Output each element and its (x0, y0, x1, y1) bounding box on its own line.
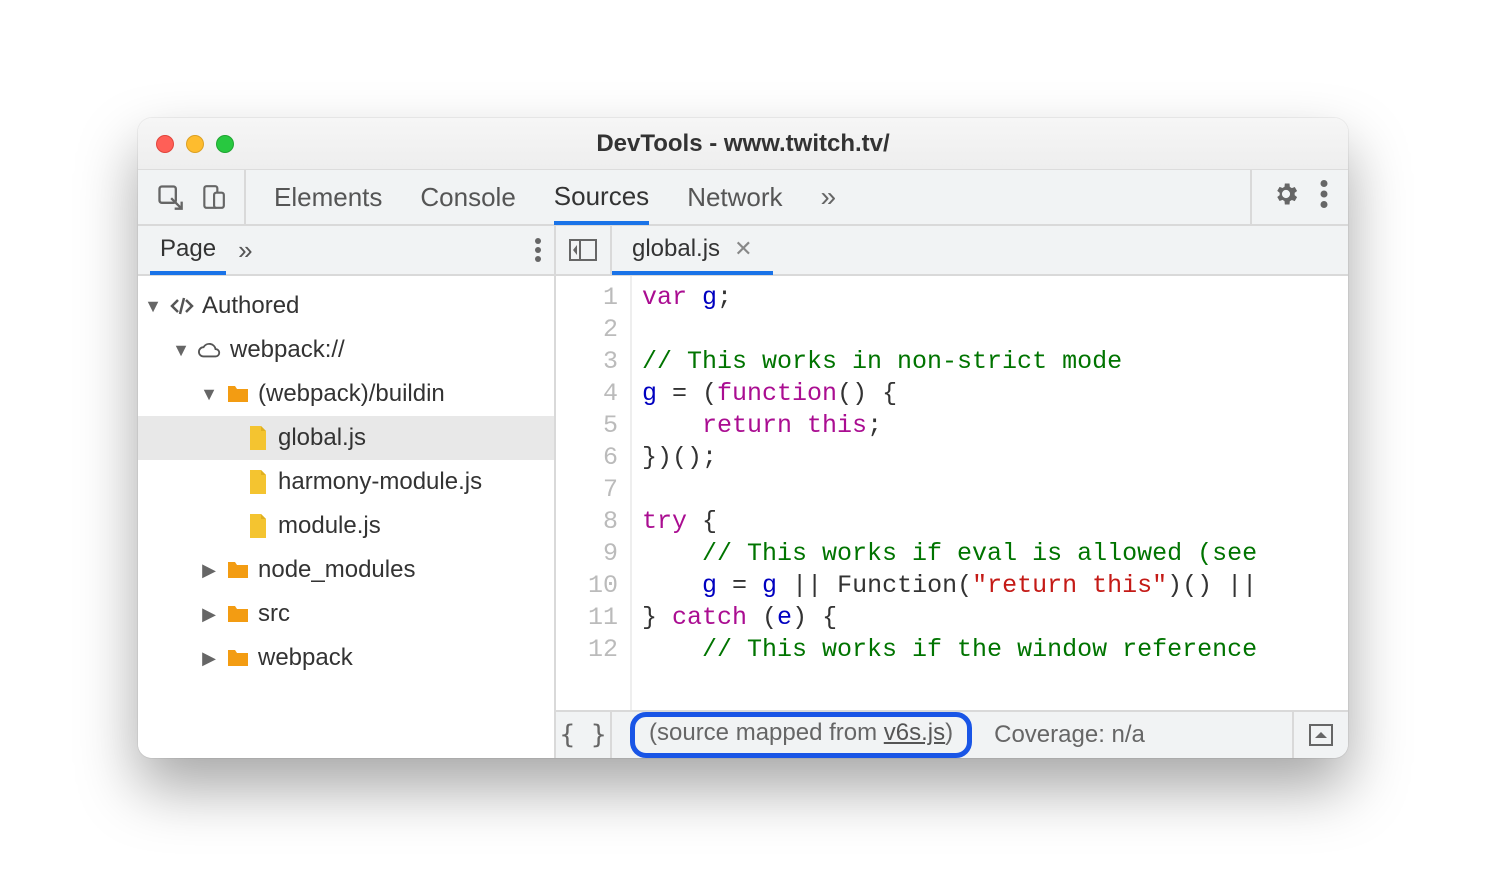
navigator-more-button[interactable]: » (238, 235, 252, 266)
tree-label: harmony-module.js (278, 468, 482, 496)
kebab-menu-icon[interactable] (1320, 180, 1328, 215)
tree-label: webpack:// (230, 336, 345, 364)
chevron-down-icon (200, 384, 218, 405)
folder-icon (226, 382, 250, 406)
settings-icon[interactable] (1272, 180, 1300, 215)
tree-folder-buildin[interactable]: (webpack)/buildin (138, 372, 554, 416)
source-map-link[interactable]: v6s.js (884, 719, 945, 746)
folder-icon (226, 602, 250, 626)
toggle-navigator-icon[interactable] (556, 226, 612, 274)
titlebar: DevTools - www.twitch.tv/ (138, 118, 1348, 170)
code-editor: 123456789101112 var g; // This works in … (556, 276, 1348, 758)
tree-file-module[interactable]: module.js (138, 504, 554, 548)
tab-console[interactable]: Console (420, 170, 515, 224)
sources-main: Authored webpack:// (webpack)/buildin (138, 276, 1348, 758)
tree-folder-src[interactable]: src (138, 592, 554, 636)
tree-label: Authored (202, 292, 299, 320)
tree-root-authored[interactable]: Authored (138, 284, 554, 328)
tree-label: module.js (278, 512, 381, 540)
tree-label: global.js (278, 424, 366, 452)
code-icon (170, 294, 194, 318)
show-drawer-button[interactable] (1292, 712, 1348, 758)
cloud-icon (198, 338, 222, 362)
tree-label: node_modules (258, 556, 415, 584)
tree-label: (webpack)/buildin (258, 380, 445, 408)
folder-icon (226, 646, 250, 670)
tab-sources[interactable]: Sources (554, 171, 649, 225)
tree-folder-webpack[interactable]: webpack (138, 636, 554, 680)
js-file-icon (246, 470, 270, 494)
tab-network[interactable]: Network (687, 170, 782, 224)
pretty-print-button[interactable]: { } (556, 712, 612, 758)
sources-sub-toolbar: Page » global.js ✕ (138, 226, 1348, 276)
window-title: DevTools - www.twitch.tv/ (138, 130, 1348, 158)
chevron-right-icon (200, 648, 218, 669)
inspect-element-icon[interactable] (156, 183, 184, 211)
navigator-tab-page[interactable]: Page (150, 227, 226, 275)
tree-file-global[interactable]: global.js (138, 416, 554, 460)
tree-file-harmony[interactable]: harmony-module.js (138, 460, 554, 504)
tab-elements[interactable]: Elements (274, 170, 382, 224)
line-gutter: 123456789101112 (556, 276, 632, 710)
device-toolbar-icon[interactable] (200, 184, 226, 210)
open-file-tab[interactable]: global.js ✕ (612, 227, 773, 275)
navigator-menu-icon[interactable] (534, 238, 542, 269)
close-file-icon[interactable]: ✕ (734, 236, 752, 262)
tree-folder-node-modules[interactable]: node_modules (138, 548, 554, 592)
tree-webpack-scheme[interactable]: webpack:// (138, 328, 554, 372)
more-tabs-button[interactable]: » (821, 181, 847, 213)
coverage-status: Coverage: n/a (994, 721, 1145, 749)
navigator-tabs: Page » (138, 226, 556, 274)
main-toolbar: Elements Console Sources Network » (138, 170, 1348, 226)
devtools-window: DevTools - www.twitch.tv/ Elements Conso… (138, 118, 1348, 758)
folder-icon (226, 558, 250, 582)
file-tree[interactable]: Authored webpack:// (webpack)/buildin (138, 276, 556, 758)
open-file-name: global.js (632, 235, 720, 263)
js-file-icon (246, 514, 270, 538)
chevron-right-icon (200, 604, 218, 625)
chevron-down-icon (172, 340, 190, 361)
source-mapped-note[interactable]: (source mapped from v6s.js) (630, 712, 972, 758)
code-content[interactable]: var g; // This works in non-strict modeg… (632, 276, 1348, 710)
chevron-right-icon (200, 560, 218, 581)
js-file-icon (246, 426, 270, 450)
editor-statusbar: { } (source mapped from v6s.js) Coverage… (556, 710, 1348, 758)
tree-label: src (258, 600, 290, 628)
tree-label: webpack (258, 644, 353, 672)
chevron-down-icon (144, 296, 162, 317)
